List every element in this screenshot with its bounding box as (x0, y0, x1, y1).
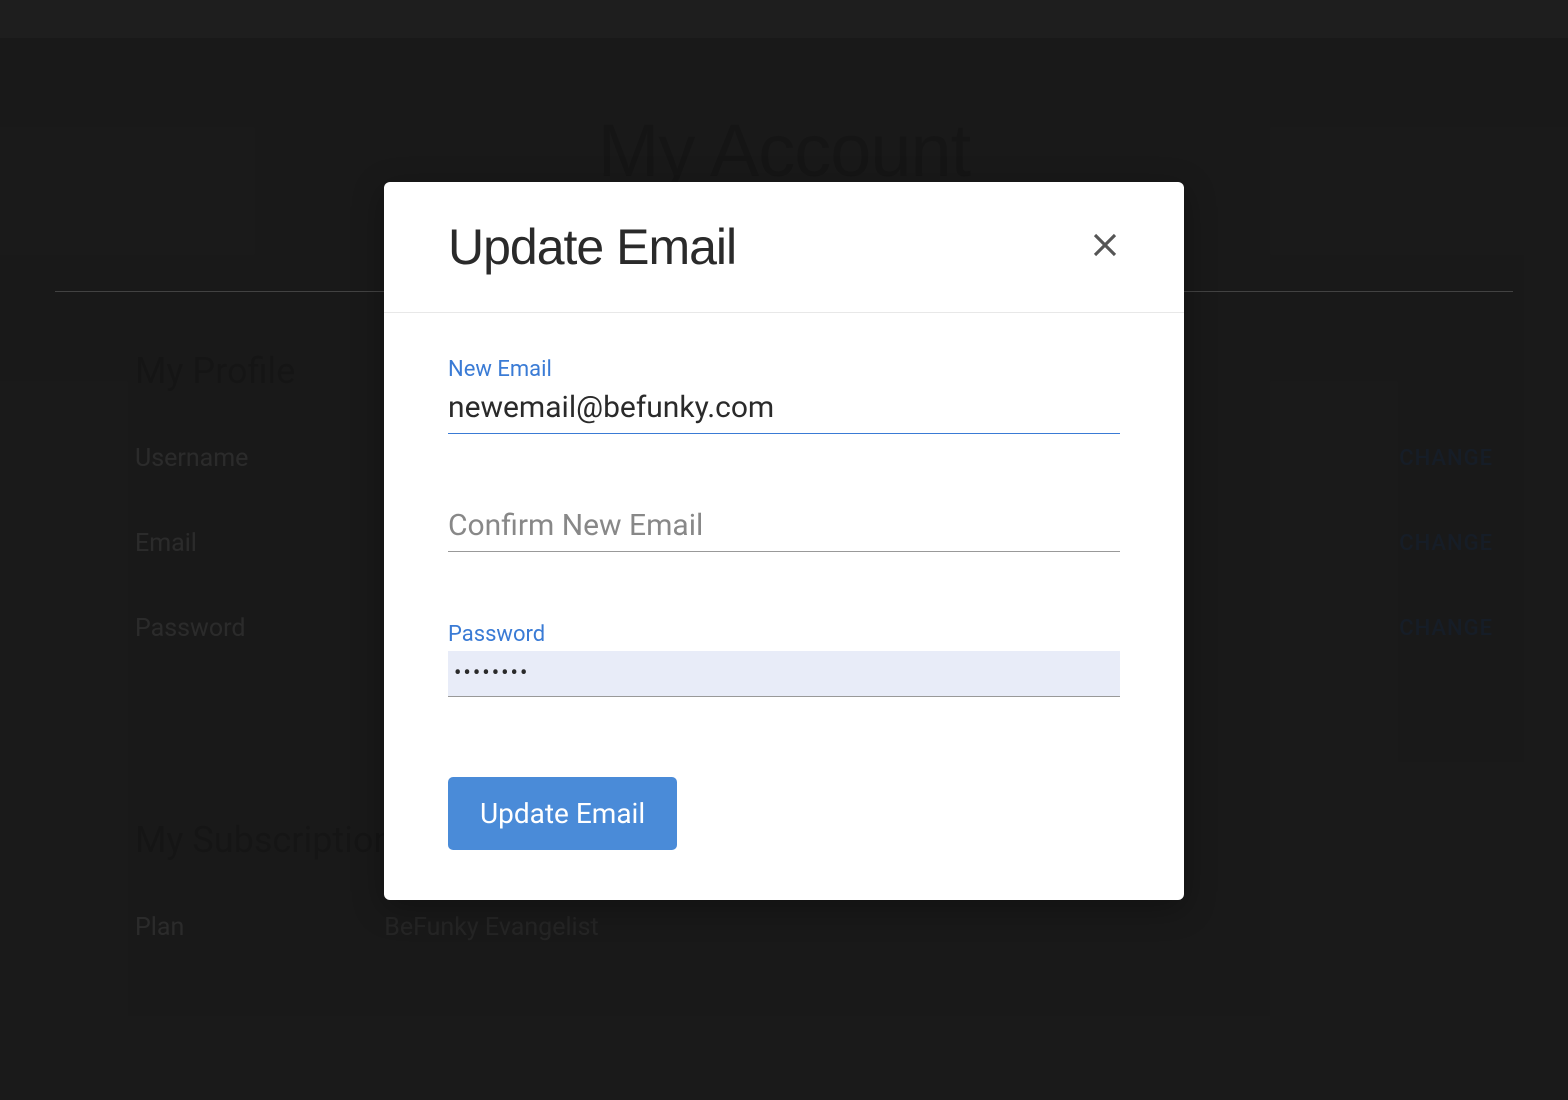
modal-title: Update Email (448, 218, 736, 276)
modal-header: Update Email (384, 182, 1184, 313)
password-field-label: Password (448, 622, 1120, 647)
confirm-email-input[interactable] (448, 504, 1120, 552)
top-bar (0, 0, 1568, 38)
confirm-email-group (448, 504, 1120, 552)
update-email-button[interactable]: Update Email (448, 777, 677, 850)
modal-body: New Email Password Update Email (384, 313, 1184, 900)
password-input[interactable] (448, 651, 1120, 697)
update-email-modal: Update Email New Email Password Update E… (384, 182, 1184, 900)
password-group: Password (448, 622, 1120, 697)
new-email-label: New Email (448, 357, 1120, 382)
new-email-input[interactable] (448, 386, 1120, 434)
close-button[interactable] (1086, 226, 1124, 268)
close-icon (1090, 230, 1120, 260)
new-email-group: New Email (448, 357, 1120, 434)
